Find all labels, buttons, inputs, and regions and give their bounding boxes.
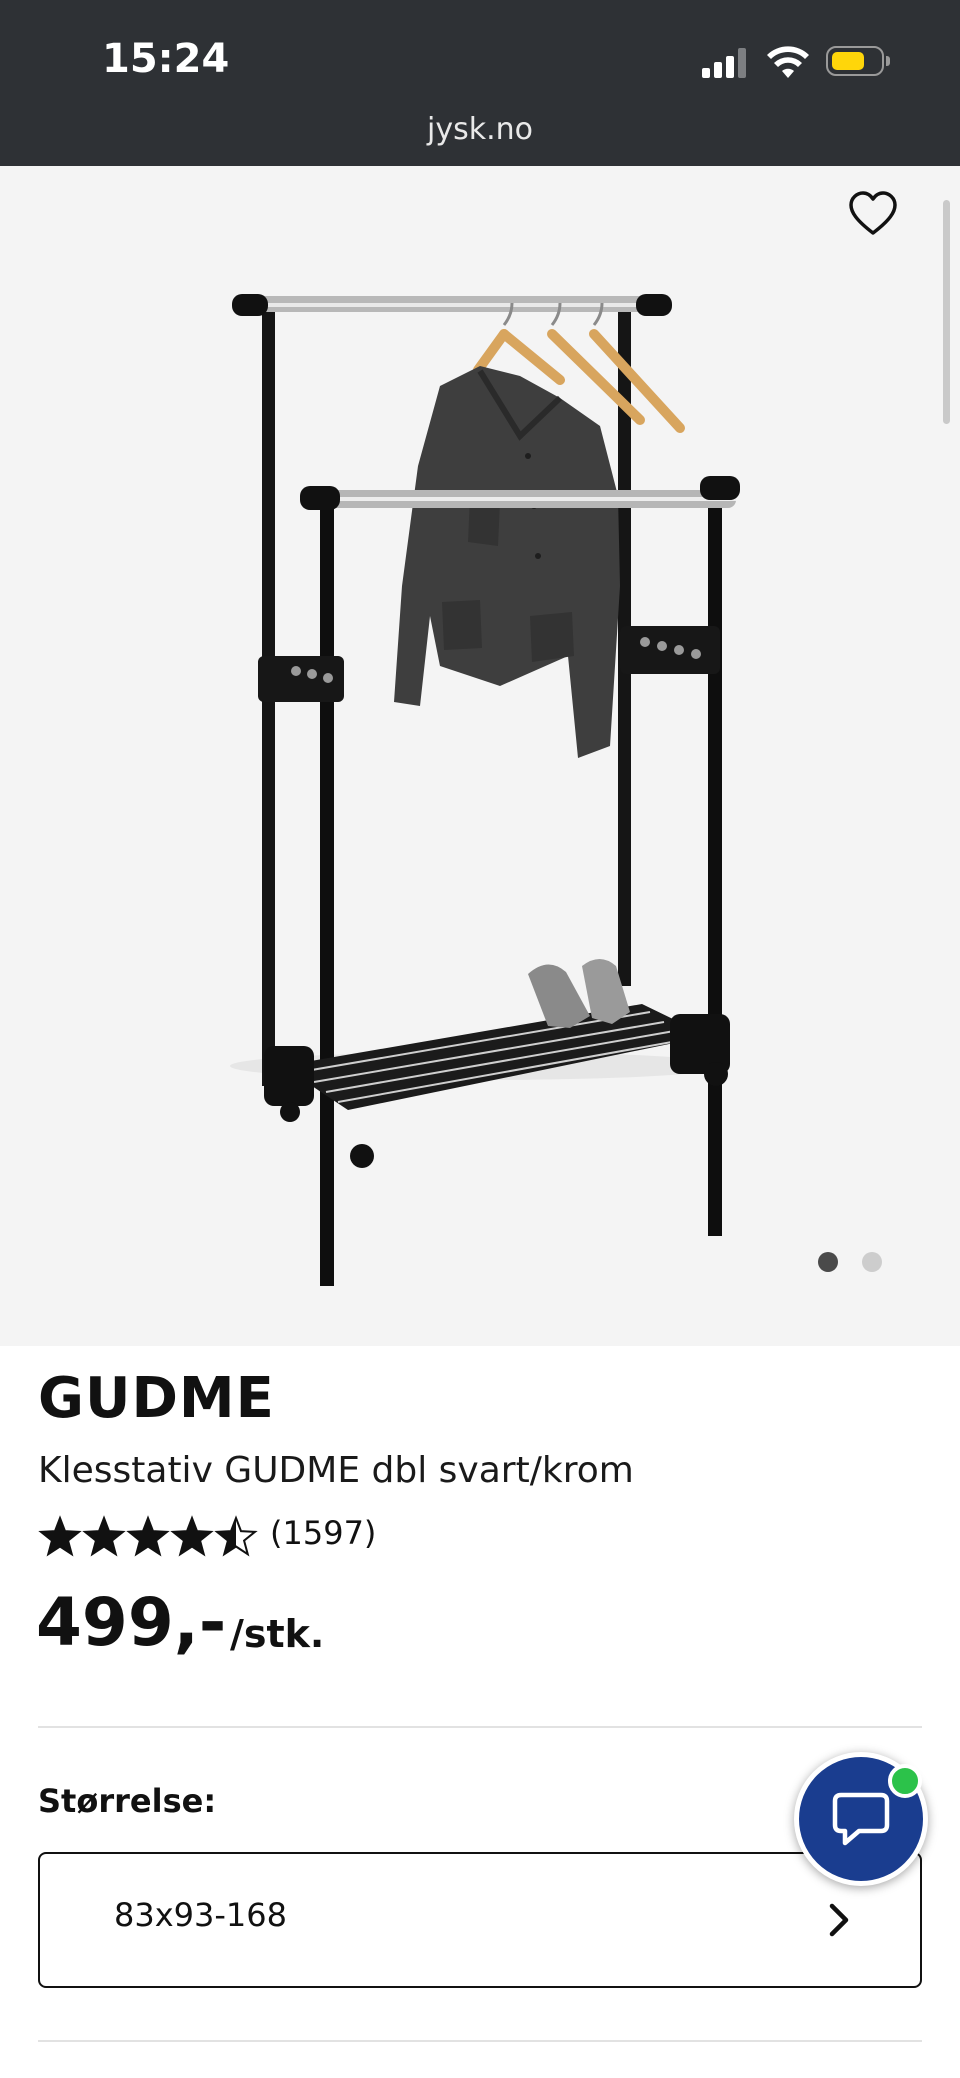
divider — [38, 1726, 922, 1728]
divider — [38, 2040, 922, 2042]
gallery-dot-1[interactable] — [818, 1252, 838, 1272]
status-bar: 15:24 jysk.no — [0, 0, 960, 166]
price-unit: /stk. — [230, 1612, 325, 1656]
address-bar-url[interactable]: jysk.no — [0, 112, 960, 147]
heart-outline-icon[interactable] — [848, 190, 898, 240]
rating-stars — [38, 1515, 258, 1557]
star-filled-icon — [128, 1518, 168, 1555]
review-count[interactable]: (1597) — [270, 1514, 376, 1552]
product-image[interactable] — [0, 166, 940, 1346]
gallery-dot-2[interactable] — [862, 1252, 882, 1272]
gallery-scrollbar[interactable] — [943, 200, 950, 424]
product-brand: GUDME — [38, 1366, 275, 1431]
size-label: Størrelse: — [38, 1782, 217, 1820]
size-selector[interactable]: 83x93-168 — [38, 1852, 922, 1988]
wifi-icon — [767, 46, 809, 78]
star-filled-icon — [40, 1518, 80, 1555]
status-time: 15:24 — [102, 36, 230, 82]
star-filled-icon — [172, 1518, 212, 1555]
online-status-dot — [888, 1764, 922, 1798]
battery-icon — [826, 46, 890, 80]
star-filled-icon — [84, 1518, 124, 1555]
product-name: Klesstativ GUDME dbl svart/krom — [38, 1450, 634, 1491]
product-price: 499,- — [36, 1584, 227, 1661]
chat-bubble-icon — [832, 1792, 890, 1846]
size-value: 83x93-168 — [114, 1896, 287, 1934]
chevron-right-icon — [829, 1903, 849, 1937]
cellular-signal-icon — [702, 48, 750, 78]
battery-level — [832, 52, 864, 70]
